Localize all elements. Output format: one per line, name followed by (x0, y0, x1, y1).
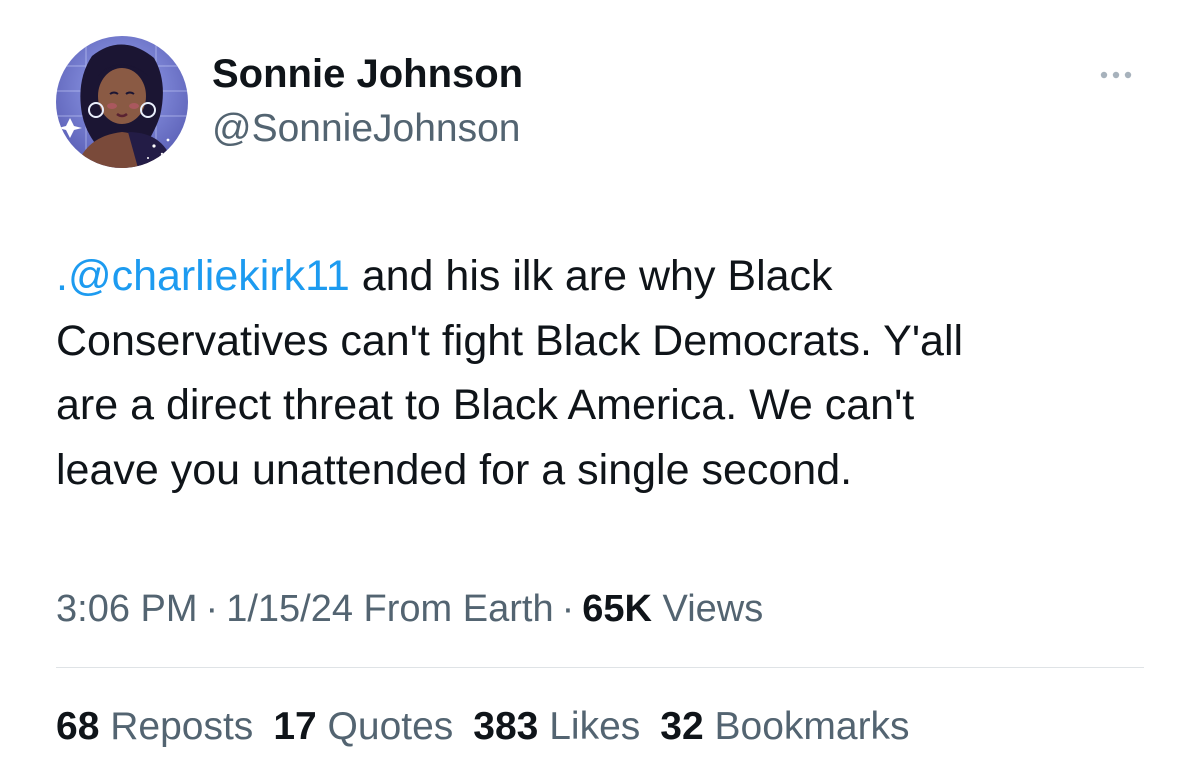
bookmarks-label: Bookmarks (714, 705, 910, 748)
avatar[interactable] (56, 36, 188, 168)
mention-link[interactable]: .@charliekirk11 (56, 252, 350, 300)
separator-dot: · (205, 588, 219, 630)
tweet-time[interactable]: 3:06 PM (56, 588, 198, 630)
tweet-text-line: leave you unattended for a single second… (56, 445, 853, 494)
display-name[interactable]: Sonnie Johnson (212, 50, 523, 98)
more-options-icon (1100, 71, 1132, 79)
quotes-count: 17 (273, 705, 317, 748)
tweet-date[interactable]: 1/15/24 (226, 588, 353, 630)
bookmarks-stat[interactable]: 32 Bookmarks (660, 703, 909, 751)
tweet-metadata: 3:06 PM · 1/15/24 From Earth · 65K Views (56, 585, 763, 633)
tweet-text-line: .@charliekirk11 and his ilk are why Blac… (56, 244, 1156, 309)
likes-stat[interactable]: 383 Likes (473, 703, 640, 751)
illustrated-portrait-avatar-icon (56, 36, 188, 168)
more-options-button[interactable] (1094, 60, 1144, 90)
likes-count: 383 (473, 705, 539, 748)
reposts-label: Reposts (110, 705, 254, 748)
views-link[interactable]: 65K Views (582, 588, 763, 630)
user-handle[interactable]: @SonnieJohnson (212, 106, 520, 152)
views-label: Views (662, 588, 764, 630)
tweet-text-line: are a direct threat to Black America. We… (56, 381, 915, 429)
tweet-card: Sonnie Johnson @SonnieJohnson .@charliek… (0, 0, 1200, 779)
tweet-text-line: Conservatives can't fight Black Democrat… (56, 316, 964, 365)
reposts-stat[interactable]: 68 Reposts (56, 703, 253, 751)
tweet-source: From Earth (363, 588, 554, 630)
quotes-stat[interactable]: 17 Quotes (273, 703, 453, 751)
quotes-label: Quotes (327, 705, 454, 748)
divider (56, 667, 1144, 668)
engagement-stats: 68 Reposts 17 Quotes 383 Likes 32 Bookmarks (56, 703, 930, 751)
likes-label: Likes (549, 705, 641, 748)
tweet-text: .@charliekirk11 and his ilk are why Blac… (56, 244, 1156, 502)
views-count: 65K (582, 588, 652, 630)
separator-dot: · (561, 588, 575, 630)
bookmarks-count: 32 (660, 705, 704, 748)
reposts-count: 68 (56, 705, 100, 748)
tweet-text-segment: and his ilk are why Black (349, 252, 833, 300)
